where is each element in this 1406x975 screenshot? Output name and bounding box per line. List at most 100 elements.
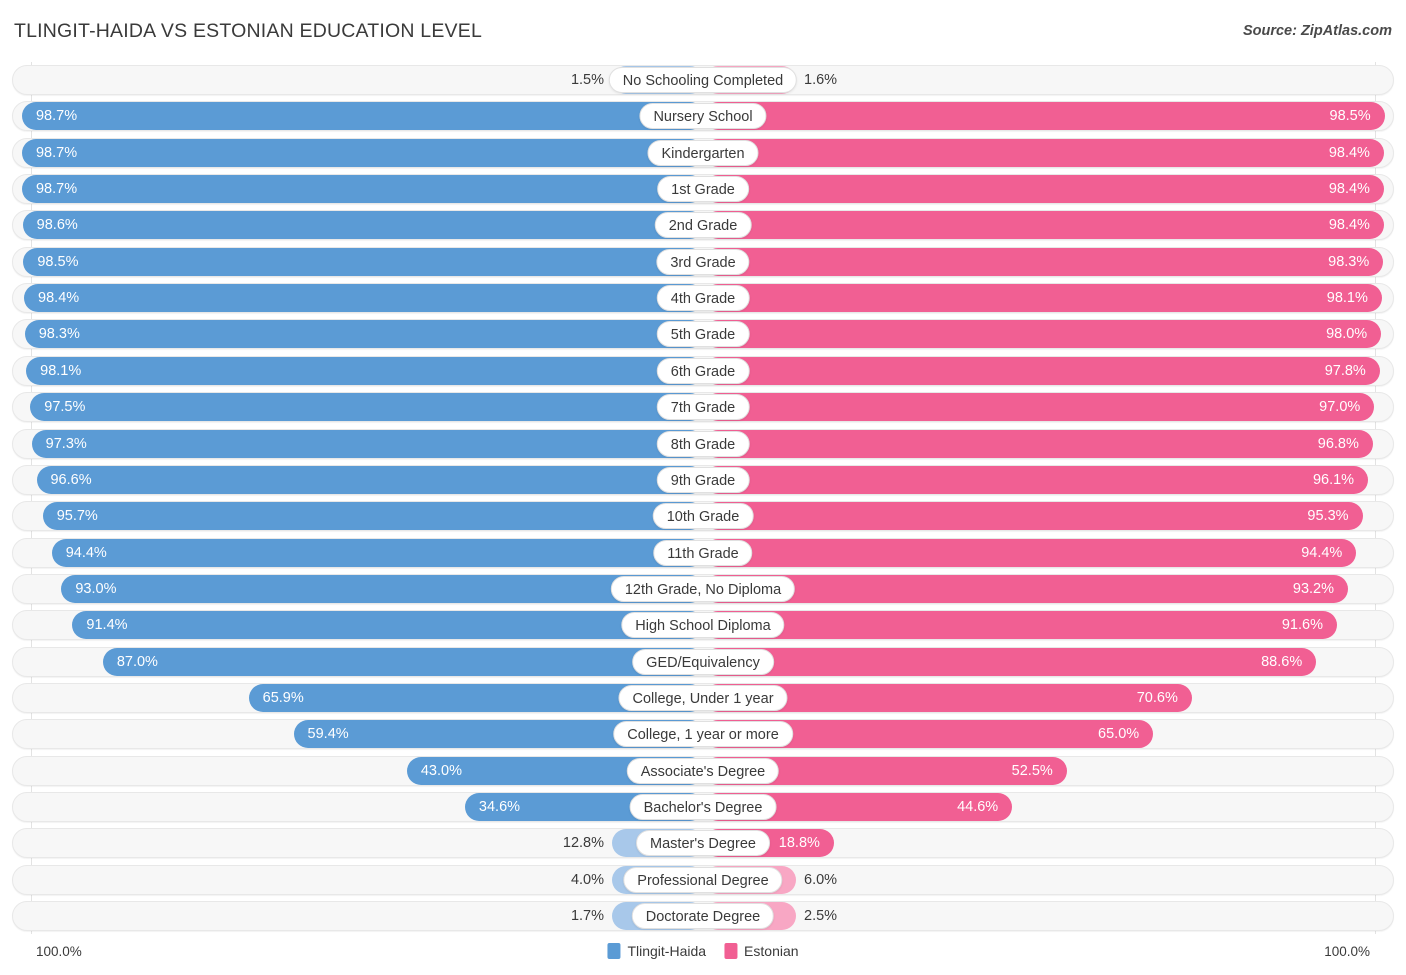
- bar-tlingit-haida[interactable]: [72, 611, 704, 640]
- bar-tlingit-haida[interactable]: [61, 574, 704, 603]
- category-label-pill: 2nd Grade: [654, 212, 752, 239]
- bar-tlingit-haida[interactable]: [31, 429, 704, 458]
- legend-swatch-icon: [607, 943, 621, 959]
- category-label-pill: 6th Grade: [656, 357, 750, 384]
- bar-value-estonian: 52.5%: [1011, 762, 1053, 779]
- chart-row: 1.5% 1.6% No Schooling Completed: [12, 65, 1394, 95]
- bar-tlingit-haida[interactable]: [36, 465, 704, 494]
- chart-row: 98.4% 98.1% 4th Grade: [12, 283, 1394, 314]
- page-title: TLINGIT-HAIDA VS ESTONIAN EDUCATION LEVE…: [14, 20, 483, 42]
- bar-tlingit-haida[interactable]: [30, 393, 704, 422]
- bar-half-left: 97.3%: [13, 429, 704, 458]
- bar-half-right: 98.4%: [704, 138, 1395, 167]
- bar-estonian[interactable]: [704, 356, 1380, 385]
- bar-value-tlingit-haida: 98.7%: [35, 181, 78, 198]
- bar-half-right: 44.6%: [704, 793, 1395, 821]
- bar-half-left: 98.7%: [13, 175, 704, 204]
- axis-label-right: 100.0%: [1324, 944, 1370, 959]
- bar-tlingit-haida[interactable]: [102, 647, 704, 676]
- bar-value-estonian: 98.5%: [1329, 108, 1371, 125]
- bar-estonian[interactable]: [704, 284, 1382, 313]
- bar-half-left: 4.0%: [13, 865, 704, 894]
- bar-half-right: 18.8%: [704, 829, 1395, 858]
- bar-estonian[interactable]: [704, 465, 1369, 494]
- bar-estonian[interactable]: [704, 393, 1375, 422]
- legend-label: Tlingit-Haida: [627, 943, 707, 959]
- bar-value-tlingit-haida: 4.0%: [570, 871, 604, 888]
- bar-half-left: 95.7%: [13, 502, 704, 531]
- bar-estonian[interactable]: [704, 611, 1337, 640]
- bar-value-estonian: 2.5%: [804, 908, 838, 925]
- bar-half-right: 97.8%: [704, 356, 1395, 385]
- bar-half-left: 96.6%: [13, 465, 704, 494]
- bar-tlingit-haida[interactable]: [26, 356, 704, 385]
- bar-tlingit-haida[interactable]: [21, 175, 704, 204]
- legend-label: Estonian: [744, 943, 799, 959]
- bar-estonian[interactable]: [704, 320, 1382, 349]
- bar-value-estonian: 98.1%: [1326, 290, 1368, 307]
- bar-half-right: 2.5%: [704, 902, 1395, 931]
- category-label-pill: GED/Equivalency: [632, 648, 774, 675]
- bar-half-right: 98.4%: [704, 211, 1395, 240]
- legend-item-estonian[interactable]: Estonian: [724, 943, 799, 959]
- bar-estonian[interactable]: [704, 211, 1384, 240]
- bar-value-estonian: 6.0%: [804, 871, 838, 888]
- bar-estonian[interactable]: [704, 138, 1384, 167]
- bar-half-right: 65.0%: [704, 720, 1395, 749]
- bar-estonian[interactable]: [704, 102, 1385, 131]
- bar-value-tlingit-haida: 1.5%: [570, 72, 604, 88]
- category-label-pill: Bachelor's Degree: [629, 794, 777, 820]
- chart-footer: 100.0% 100.0% Tlingit-Haida Estonian: [0, 936, 1406, 975]
- axis-label-left: 100.0%: [36, 944, 82, 959]
- bar-tlingit-haida[interactable]: [42, 502, 704, 531]
- category-label-pill: High School Diploma: [621, 612, 785, 639]
- chart-row: 97.5% 97.0% 7th Grade: [12, 392, 1394, 423]
- bar-estonian[interactable]: [704, 175, 1384, 204]
- bar-value-estonian: 97.8%: [1324, 362, 1366, 379]
- bar-half-left: 12.8%: [13, 829, 704, 858]
- bar-half-right: 98.3%: [704, 247, 1395, 276]
- category-label-pill: 1st Grade: [657, 176, 749, 203]
- bar-tlingit-haida[interactable]: [51, 538, 704, 567]
- bar-half-right: 98.0%: [704, 320, 1395, 349]
- bar-value-tlingit-haida: 91.4%: [86, 617, 128, 634]
- bar-value-tlingit-haida: 95.7%: [56, 508, 98, 525]
- bar-half-right: 52.5%: [704, 756, 1395, 785]
- chart-row: 98.7% 98.5% Nursery School: [12, 101, 1394, 132]
- chart-row: 4.0% 6.0% Professional Degree: [12, 864, 1394, 895]
- bar-tlingit-haida[interactable]: [21, 102, 704, 131]
- bar-value-tlingit-haida: 98.7%: [35, 144, 78, 161]
- bar-value-tlingit-haida: 98.1%: [40, 362, 82, 379]
- bar-value-tlingit-haida: 12.8%: [562, 835, 604, 852]
- chart-row: 98.3% 98.0% 5th Grade: [12, 319, 1395, 350]
- bar-tlingit-haida[interactable]: [24, 320, 704, 349]
- bar-half-left: 1.5%: [13, 66, 704, 94]
- chart-header: TLINGIT-HAIDA VS ESTONIAN EDUCATION LEVE…: [0, 0, 1406, 60]
- bar-value-tlingit-haida: 98.7%: [35, 108, 78, 125]
- legend-item-tlingit-haida[interactable]: Tlingit-Haida: [607, 943, 706, 959]
- category-label-pill: No Schooling Completed: [608, 67, 798, 93]
- chart-row: 97.3% 96.8% 8th Grade: [12, 428, 1394, 459]
- bar-estonian[interactable]: [704, 247, 1384, 276]
- chart-row: 65.9% 70.6% College, Under 1 year: [12, 682, 1394, 713]
- bar-estonian[interactable]: [704, 647, 1317, 676]
- bar-estonian[interactable]: [704, 538, 1357, 567]
- bar-value-tlingit-haida: 98.6%: [36, 217, 78, 234]
- bar-estonian[interactable]: [704, 574, 1348, 603]
- bar-half-left: 98.7%: [13, 138, 704, 167]
- bar-tlingit-haida[interactable]: [21, 138, 704, 167]
- legend-swatch-icon: [724, 943, 738, 959]
- bar-estonian[interactable]: [704, 502, 1363, 531]
- bar-tlingit-haida[interactable]: [22, 211, 704, 240]
- bar-tlingit-haida[interactable]: [23, 247, 704, 276]
- bar-value-tlingit-haida: 1.7%: [570, 908, 604, 925]
- category-label-pill: 10th Grade: [652, 503, 754, 530]
- chart-row: 96.6% 96.1% 9th Grade: [12, 464, 1394, 495]
- bar-tlingit-haida[interactable]: [24, 284, 704, 313]
- chart-plot-area: 1.5% 1.6% No Schooling Completed 98.7% 98.5%…: [12, 62, 1394, 934]
- bar-estonian[interactable]: [704, 429, 1373, 458]
- category-label-pill: 3rd Grade: [656, 248, 750, 275]
- bar-half-left: 98.6%: [13, 211, 704, 240]
- bar-half-right: 94.4%: [704, 538, 1395, 567]
- chart-row: 87.0% 88.6% GED/Equivalency: [12, 646, 1394, 677]
